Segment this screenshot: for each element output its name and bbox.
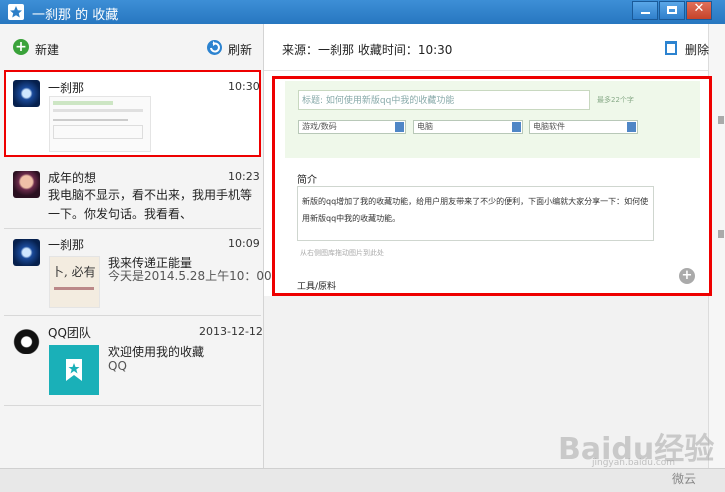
- source-info: 来源：一刹那 收藏时间：10:30: [282, 43, 453, 57]
- close-button[interactable]: ✕: [686, 1, 712, 20]
- category-select[interactable]: 电脑: [413, 120, 523, 134]
- image-drop-hint: 从右侧图库拖动图片到此处: [300, 249, 384, 257]
- plus-icon[interactable]: +: [13, 39, 29, 55]
- refresh-icon[interactable]: [207, 40, 222, 55]
- item-text: 我电脑不显示，看不出来，我用手机等: [48, 188, 253, 202]
- item-time: 2013-12-12: [199, 325, 263, 338]
- refresh-button[interactable]: 刷新: [228, 41, 252, 58]
- thumbnail: 卜, 必有: [49, 256, 100, 308]
- item-name: 一刹那: [48, 81, 85, 95]
- avatar: [13, 80, 40, 107]
- category-select[interactable]: 游戏/数码: [298, 120, 406, 134]
- delete-button[interactable]: 删除: [685, 41, 709, 58]
- star-icon: [8, 4, 24, 20]
- close-icon: ✕: [693, 1, 705, 16]
- zoom-in-icon[interactable]: +: [679, 268, 695, 284]
- avatar: [13, 239, 40, 266]
- scroll-arrow-icon[interactable]: [718, 230, 724, 238]
- title-input-text: 标题: 如何使用新版qq中我的收藏功能: [302, 96, 455, 106]
- item-time: 10:30: [228, 80, 260, 93]
- thumb-text: 卜, 必有: [52, 265, 96, 279]
- maximize-button[interactable]: [659, 1, 685, 20]
- item-name: 成年的想: [48, 171, 97, 185]
- new-button[interactable]: 新建: [35, 41, 59, 58]
- intro-text: 新版的qq增加了我的收藏功能，给用户朋友带来了不少的便利，下面小编就大家分享一下…: [302, 197, 649, 223]
- status-bar: [0, 468, 725, 492]
- weiyun-label: 微云: [672, 472, 697, 486]
- qq-penguin-avatar: [13, 327, 40, 354]
- title-limit-hint: 最多22个字: [597, 96, 634, 104]
- watermark-url: jingyan.baidu.com: [592, 458, 676, 468]
- thumbnail: [49, 96, 151, 152]
- item-name: QQ团队: [48, 326, 91, 340]
- item-time: 10:23: [228, 170, 260, 183]
- category-select[interactable]: 电脑软件: [529, 120, 638, 134]
- item-name: 一刹那: [48, 238, 85, 252]
- trash-icon[interactable]: [665, 41, 677, 55]
- scroll-arrow-icon[interactable]: [718, 116, 724, 124]
- item-text: QQ: [108, 359, 127, 373]
- item-text: 今天是2014.5.28上午10：00: [108, 269, 272, 283]
- item-text: 一下。你发句话。我看看、: [48, 207, 193, 221]
- item-time: 10:09: [228, 237, 260, 250]
- window-title: 一刹那 的 收藏: [32, 8, 119, 23]
- tools-label: 工具/原料: [297, 282, 337, 292]
- collection-logo-icon: [49, 345, 99, 395]
- avatar: [13, 171, 40, 198]
- intro-label: 简介: [297, 175, 317, 186]
- minimize-button[interactable]: [632, 1, 658, 20]
